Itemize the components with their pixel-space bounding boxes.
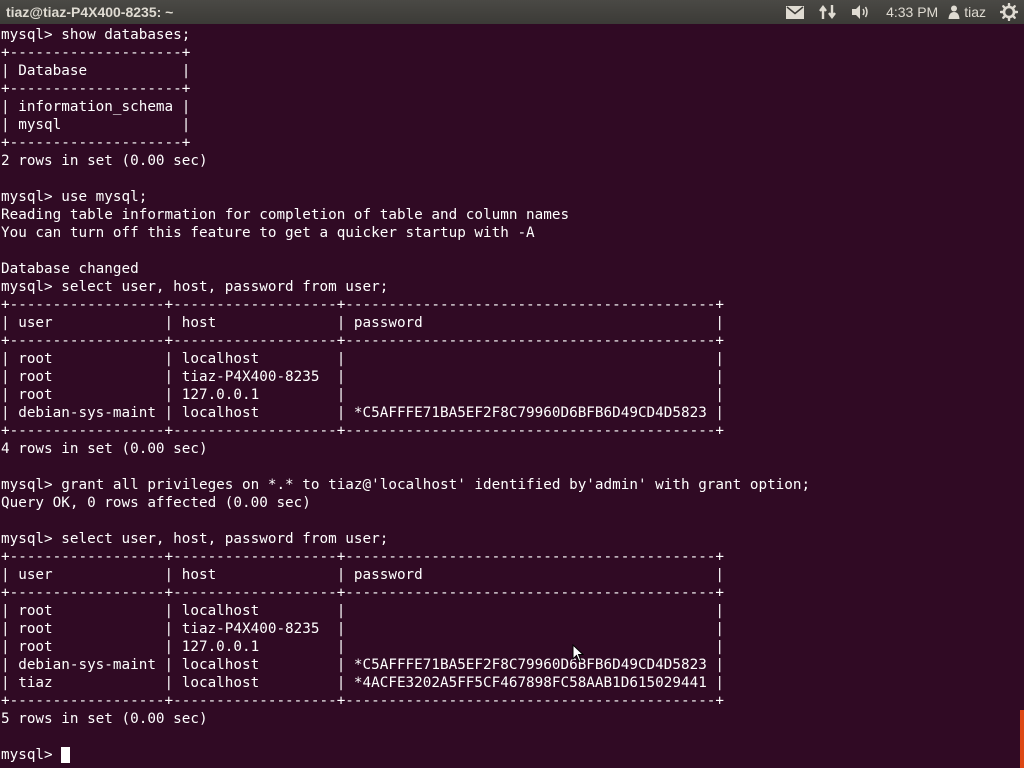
terminal-line: You can turn off this feature to get a q… xyxy=(1,225,535,241)
terminal-line: +--------------------+ xyxy=(1,45,191,61)
mouse-pointer-icon xyxy=(572,643,585,668)
terminal-line: | root | tiaz-P4X400-8235 | | xyxy=(1,621,725,637)
user-name: tiaz xyxy=(964,4,986,20)
network-icon[interactable] xyxy=(812,0,844,24)
terminal-line: +------------------+-------------------+… xyxy=(1,297,725,313)
terminal-line: mysql> show databases; xyxy=(1,27,191,43)
terminal-line: +------------------+-------------------+… xyxy=(1,693,725,709)
terminal-line: +------------------+-------------------+… xyxy=(1,549,725,565)
scroll-indicator[interactable] xyxy=(1020,710,1024,768)
user-icon xyxy=(948,5,960,19)
terminal-line: Reading table information for completion… xyxy=(1,207,570,223)
command-prompt[interactable]: mysql> xyxy=(1,746,810,764)
top-panel: tiaz@tiaz-P4X400-8235: ~ 4:33 PM tiaz xyxy=(0,0,1024,24)
user-menu[interactable]: tiaz xyxy=(944,0,994,24)
volume-icon[interactable] xyxy=(844,0,878,24)
terminal-line: | debian-sys-maint | localhost | *C5AFFF… xyxy=(1,657,725,673)
terminal-window[interactable]: mysql> show databases; +-----------------… xyxy=(0,24,1024,768)
terminal-output: mysql> show databases; +-----------------… xyxy=(1,26,810,764)
terminal-line: +--------------------+ xyxy=(1,135,191,151)
terminal-line: | user | host | password | xyxy=(1,567,725,583)
terminal-line: | root | tiaz-P4X400-8235 | | xyxy=(1,369,725,385)
terminal-line: mysql> use mysql; xyxy=(1,189,148,205)
terminal-line: | root | localhost | | xyxy=(1,351,725,367)
terminal-line: | information_schema | xyxy=(1,99,191,115)
terminal-line: 4 rows in set (0.00 sec) xyxy=(1,441,208,457)
terminal-line: | mysql | xyxy=(1,117,191,133)
terminal-line: mysql> select user, host, password from … xyxy=(1,531,389,547)
terminal-line: mysql> select user, host, password from … xyxy=(1,279,389,295)
clock[interactable]: 4:33 PM xyxy=(878,0,944,24)
terminal-line: Database changed xyxy=(1,261,139,277)
terminal-line: | user | host | password | xyxy=(1,315,725,331)
window-title: tiaz@tiaz-P4X400-8235: ~ xyxy=(6,4,174,20)
terminal-line: 5 rows in set (0.00 sec) xyxy=(1,711,208,727)
terminal-line: +------------------+-------------------+… xyxy=(1,585,725,601)
terminal-line: | tiaz | localhost | *4ACFE3202A5FF5CF46… xyxy=(1,675,725,691)
prompt-text: mysql> xyxy=(1,747,62,763)
terminal-line: | root | 127.0.0.1 | | xyxy=(1,639,725,655)
indicator-area: 4:33 PM tiaz xyxy=(778,0,1024,24)
terminal-line: +------------------+-------------------+… xyxy=(1,333,725,349)
terminal-line: +------------------+-------------------+… xyxy=(1,423,725,439)
terminal-line: | root | 127.0.0.1 | | xyxy=(1,387,725,403)
terminal-line: Query OK, 0 rows affected (0.00 sec) xyxy=(1,495,311,511)
terminal-line: +--------------------+ xyxy=(1,81,191,97)
terminal-line: | debian-sys-maint | localhost | *C5AFFF… xyxy=(1,405,725,421)
mail-icon[interactable] xyxy=(778,0,812,24)
terminal-line: | root | localhost | | xyxy=(1,603,725,619)
text-cursor xyxy=(61,747,71,763)
terminal-line: | Database | xyxy=(1,63,191,79)
terminal-line: mysql> grant all privileges on *.* to ti… xyxy=(1,477,811,493)
power-icon[interactable] xyxy=(994,0,1024,24)
terminal-line: 2 rows in set (0.00 sec) xyxy=(1,153,208,169)
